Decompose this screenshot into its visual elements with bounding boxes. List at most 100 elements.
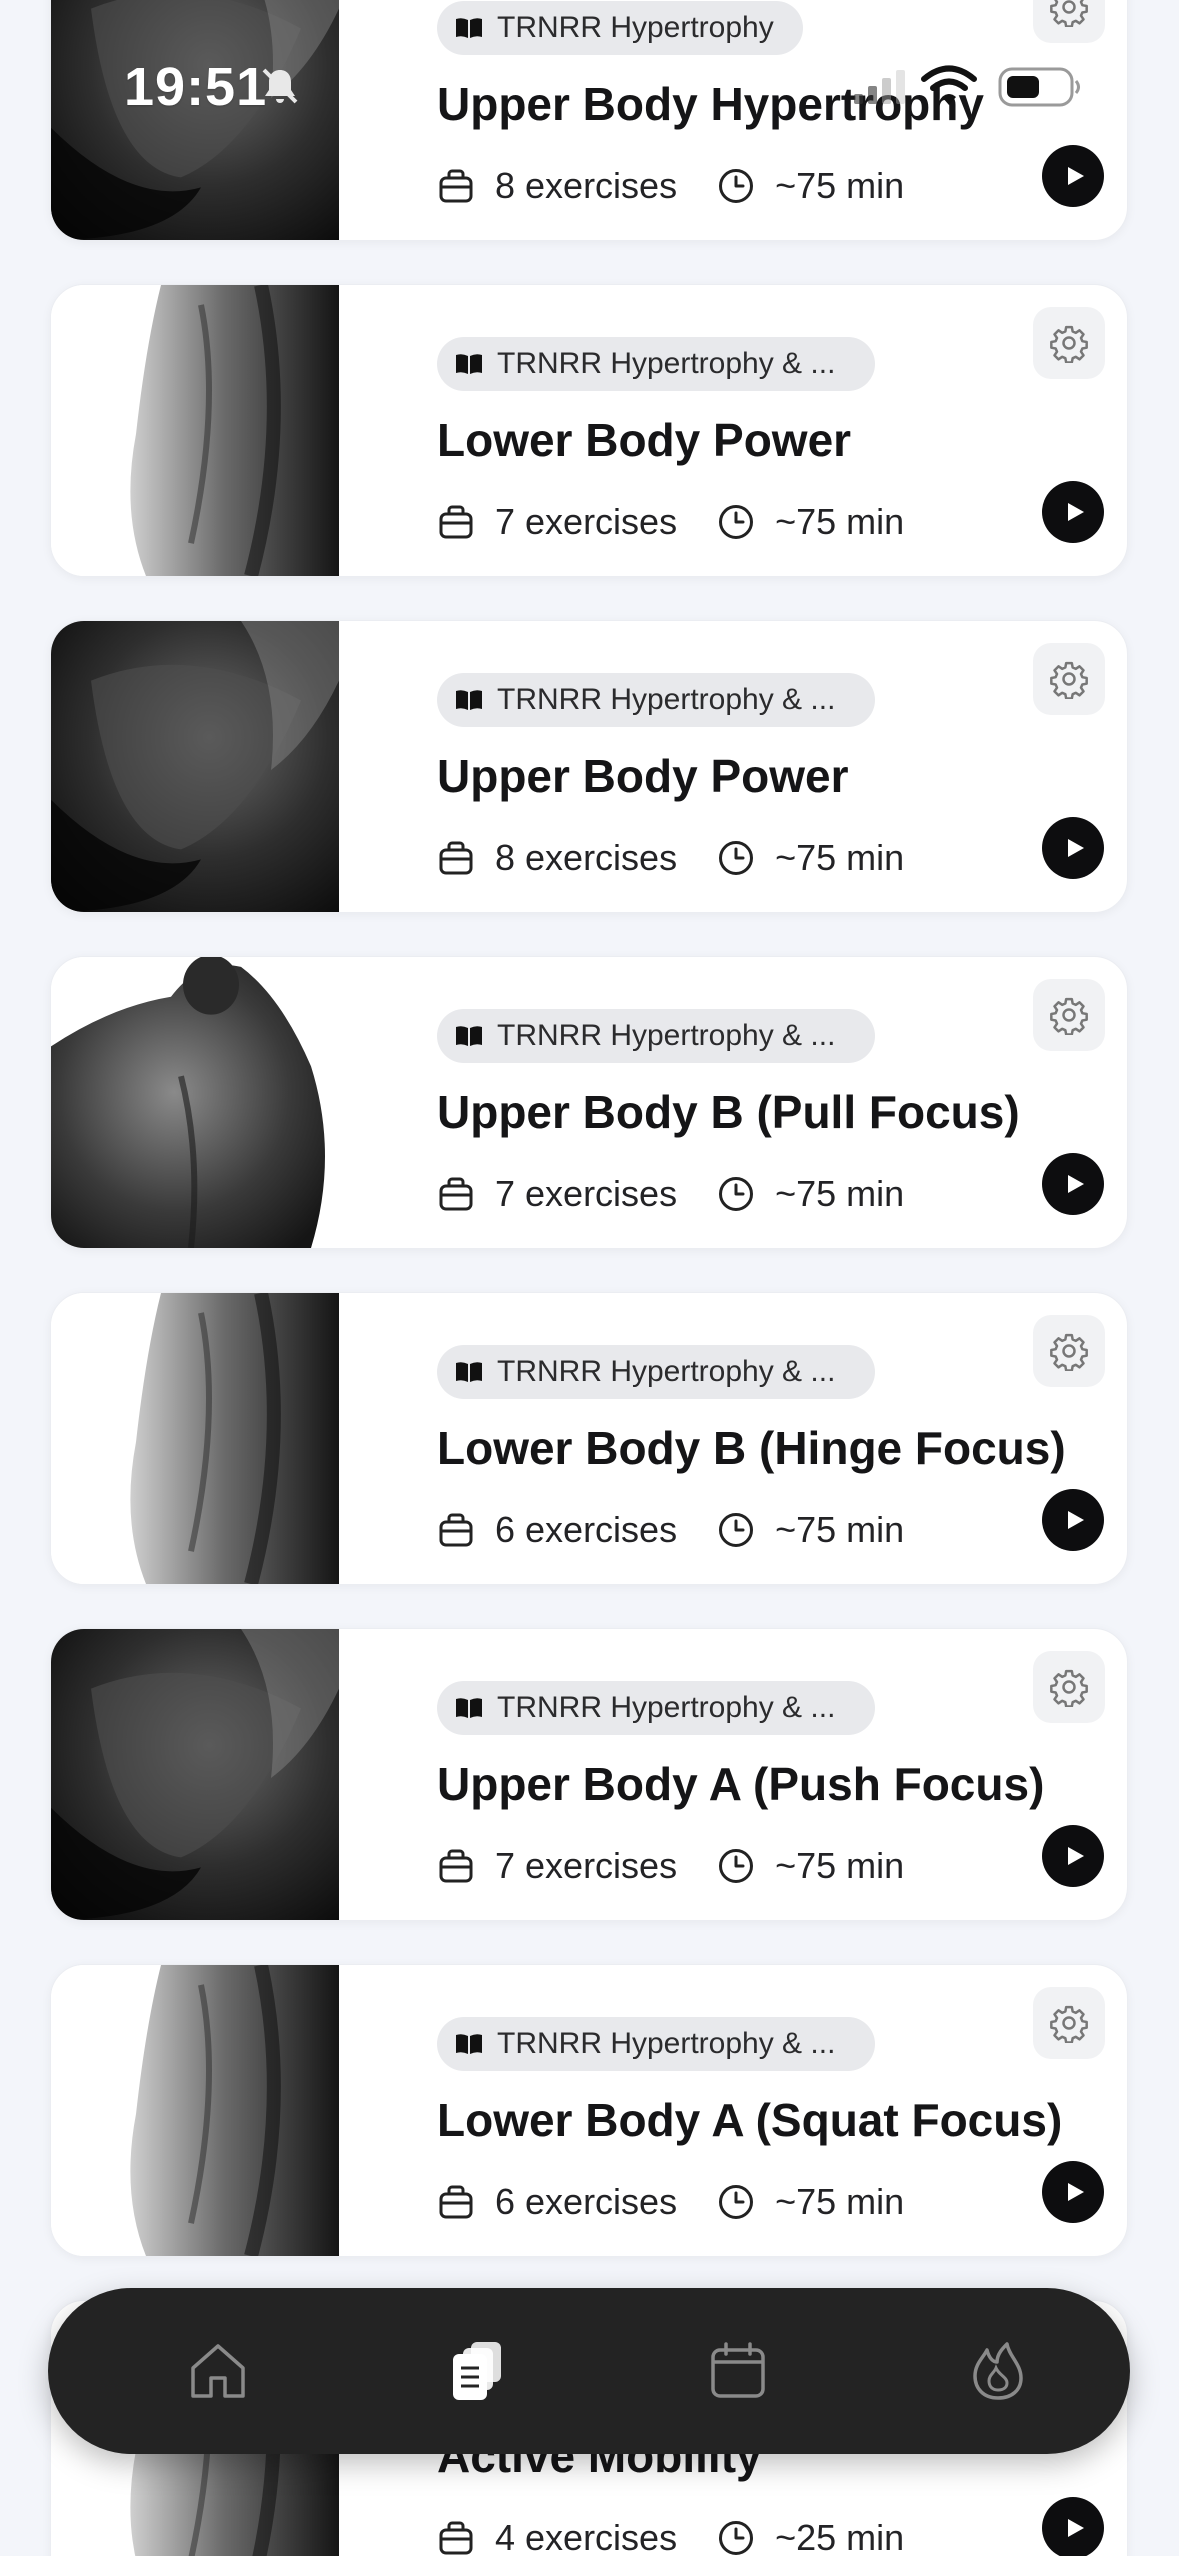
dumbbell-icon: [439, 1513, 473, 1547]
workout-title: Lower Body Power: [437, 414, 852, 466]
workout-card[interactable]: TRNRR Hypertrophy & ... Upper Body Power…: [50, 620, 1128, 913]
workout-settings-button[interactable]: [1033, 643, 1105, 715]
workout-settings-button[interactable]: [1033, 979, 1105, 1051]
nav-streak[interactable]: [938, 2288, 1058, 2454]
program-name: TRNRR Hypertrophy & ...: [497, 1691, 836, 1724]
workout-title: Upper Body Power: [437, 750, 849, 802]
exercise-count: 6 exercises: [495, 1509, 678, 1550]
program-name: TRNRR Hypertrophy: [497, 11, 774, 44]
workout-thumbnail: [51, 285, 339, 576]
program-badge: TRNRR Hypertrophy & ...: [437, 1345, 875, 1399]
program-name: TRNRR Hypertrophy & ...: [497, 347, 836, 380]
clock-icon: [719, 1177, 754, 1211]
gear-icon: [1050, 325, 1088, 363]
exercise-count: 7 exercises: [495, 501, 678, 542]
program-badge: TRNRR Hypertrophy & ...: [437, 673, 875, 727]
workout-title: Lower Body A (Squat Focus): [437, 2094, 1063, 2146]
dumbbell-icon: [439, 169, 473, 203]
start-workout-button[interactable]: [1042, 2497, 1104, 2556]
bottom-navigation: [48, 2288, 1130, 2454]
workout-thumbnail: [51, 957, 339, 1248]
program-badge: TRNRR Hypertrophy & ...: [437, 1009, 875, 1063]
program-name: TRNRR Hypertrophy & ...: [497, 1019, 836, 1052]
gear-icon: [1050, 997, 1088, 1035]
play-icon: [1068, 1847, 1084, 1865]
workout-card-content: TRNRR Hypertrophy & ... Upper Body Power…: [387, 621, 1127, 912]
exercise-count: 8 exercises: [495, 837, 678, 878]
workout-card-content: TRNRR Hypertrophy & ... Upper Body B (Pu…: [387, 957, 1127, 1248]
gear-icon: [1050, 1333, 1088, 1371]
workout-duration: ~25 min: [775, 2517, 905, 2556]
nav-home[interactable]: [158, 2288, 278, 2454]
home-icon: [191, 2344, 245, 2398]
dumbbell-icon: [439, 1177, 473, 1211]
program-badge: TRNRR Hypertrophy & ...: [437, 1681, 875, 1735]
book-icon: [456, 1026, 482, 1046]
clock-icon: [719, 505, 754, 539]
nav-workouts[interactable]: [418, 2288, 538, 2454]
start-workout-button[interactable]: [1042, 1489, 1104, 1551]
workout-meta: 7 exercises ~75 min: [437, 501, 904, 543]
workout-card[interactable]: TRNRR Hypertrophy & ... Upper Body B (Pu…: [50, 956, 1128, 1249]
workout-meta: 7 exercises ~75 min: [437, 1173, 904, 1215]
book-icon: [456, 2034, 482, 2054]
workout-meta: 7 exercises ~75 min: [437, 1845, 904, 1887]
nav-calendar[interactable]: [678, 2288, 798, 2454]
workout-meta: 8 exercises ~75 min: [437, 837, 904, 879]
play-icon: [1068, 2183, 1084, 2201]
workout-settings-button[interactable]: [1033, 1651, 1105, 1723]
workout-card[interactable]: TRNRR Hypertrophy & ... Lower Body A (Sq…: [50, 1964, 1128, 2257]
workout-meta: 6 exercises ~75 min: [437, 1509, 904, 1551]
workout-card[interactable]: TRNRR Hypertrophy & ... Lower Body Power…: [50, 284, 1128, 577]
program-name: TRNRR Hypertrophy & ...: [497, 683, 836, 716]
workout-settings-button[interactable]: [1033, 0, 1105, 43]
dumbbell-icon: [439, 2185, 473, 2219]
exercise-count: 7 exercises: [495, 1173, 678, 1214]
dumbbell-icon: [439, 505, 473, 539]
workout-duration: ~75 min: [775, 1509, 905, 1550]
start-workout-button[interactable]: [1042, 2161, 1104, 2223]
clock-icon: [719, 169, 754, 203]
workout-card-content: TRNRR Hypertrophy & ... Lower Body Power…: [387, 285, 1127, 576]
start-workout-button[interactable]: [1042, 145, 1104, 207]
clock-icon: [719, 841, 754, 875]
workout-card-content: TRNRR Hypertrophy Upper Body Hypertrophy…: [387, 0, 1127, 240]
gear-icon: [1050, 2005, 1088, 2043]
start-workout-button[interactable]: [1042, 481, 1104, 543]
play-icon: [1068, 503, 1084, 521]
workout-settings-button[interactable]: [1033, 307, 1105, 379]
program-name: TRNRR Hypertrophy & ...: [497, 1355, 836, 1388]
book-icon: [456, 690, 482, 710]
workouts-icon: [453, 2342, 501, 2400]
workout-thumbnail: [51, 1293, 339, 1584]
workout-settings-button[interactable]: [1033, 1315, 1105, 1387]
workout-duration: ~75 min: [775, 837, 905, 878]
start-workout-button[interactable]: [1042, 1825, 1104, 1887]
play-icon: [1068, 839, 1084, 857]
start-workout-button[interactable]: [1042, 817, 1104, 879]
workout-card[interactable]: TRNRR Hypertrophy Upper Body Hypertrophy…: [50, 0, 1128, 241]
workout-card-content: TRNRR Hypertrophy & ... Lower Body B (Hi…: [387, 1293, 1127, 1584]
clock-icon: [719, 1513, 754, 1547]
play-icon: [1068, 1175, 1084, 1193]
book-icon: [456, 1698, 482, 1718]
play-icon: [1068, 167, 1084, 185]
workout-meta: 8 exercises ~75 min: [437, 165, 904, 207]
workout-title: Lower Body B (Hinge Focus): [437, 1422, 1066, 1474]
dumbbell-icon: [439, 841, 473, 875]
play-icon: [1068, 1511, 1084, 1529]
workout-card-content: TRNRR Hypertrophy & ... Lower Body A (Sq…: [387, 1965, 1127, 2256]
workout-card[interactable]: TRNRR Hypertrophy & ... Lower Body B (Hi…: [50, 1292, 1128, 1585]
workout-settings-button[interactable]: [1033, 1987, 1105, 2059]
start-workout-button[interactable]: [1042, 1153, 1104, 1215]
workout-thumbnail: [51, 1965, 339, 2256]
workout-card[interactable]: TRNRR Hypertrophy & ... Upper Body A (Pu…: [50, 1628, 1128, 1921]
workout-title: Upper Body B (Pull Focus): [437, 1086, 1020, 1138]
flame-icon: [973, 2342, 1023, 2400]
workout-duration: ~75 min: [775, 501, 905, 542]
workout-duration: ~75 min: [775, 165, 905, 206]
program-badge: TRNRR Hypertrophy & ...: [437, 2017, 875, 2071]
workout-card-content: TRNRR Hypertrophy & ... Upper Body A (Pu…: [387, 1629, 1127, 1920]
workout-thumbnail: [51, 621, 339, 912]
gear-icon: [1050, 1669, 1088, 1707]
